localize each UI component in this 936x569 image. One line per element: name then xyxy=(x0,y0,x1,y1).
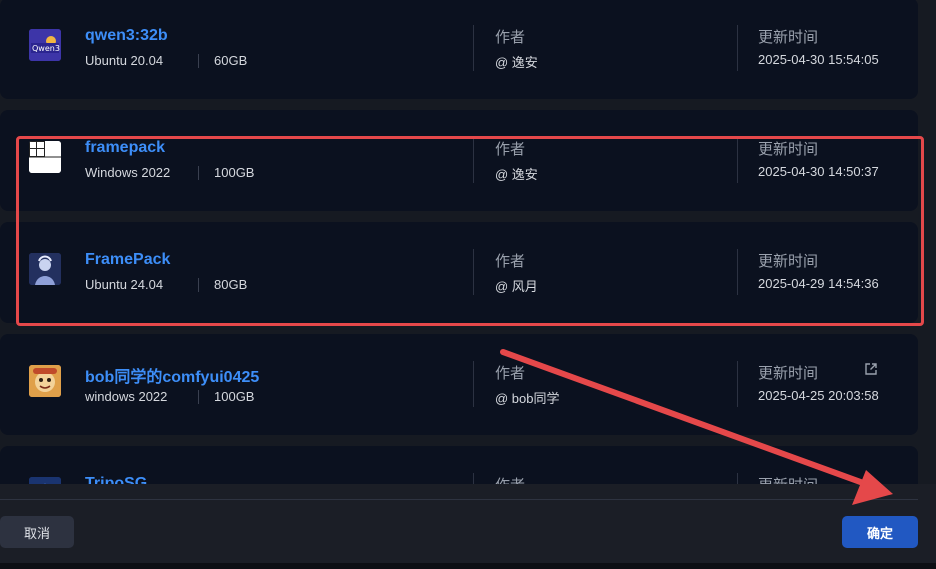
image-card[interactable]: TripoSG 作者 更新时间 xyxy=(0,446,918,484)
divider xyxy=(737,25,738,71)
updated-value: 2025-04-25 20:03:58 xyxy=(758,388,879,403)
triposg-thumbnail-icon xyxy=(29,477,61,484)
image-os: Windows 2022 xyxy=(85,165,171,180)
footer-divider xyxy=(0,499,918,500)
image-card[interactable]: FramePack Ubuntu 24.04 80GB 作者 @ 风月 更新时间… xyxy=(0,222,918,323)
updated-value: 2025-04-29 14:54:36 xyxy=(758,276,879,291)
divider xyxy=(737,361,738,407)
divider xyxy=(737,473,738,484)
author-label: 作者 xyxy=(495,365,526,382)
author-label: 作者 xyxy=(495,141,526,158)
author-label: 作者 xyxy=(495,474,525,484)
author-value: @ 逸安 xyxy=(495,167,538,182)
qwen-logo-icon: Qwen3 xyxy=(29,29,61,61)
image-size: 100GB xyxy=(214,389,255,404)
bottom-strip xyxy=(0,563,936,569)
image-card[interactable]: framepack Windows 2022 100GB 作者 @ 逸安 更新时… xyxy=(0,110,918,211)
bob-avatar-icon xyxy=(29,365,61,397)
divider xyxy=(473,25,474,71)
author-value: @ bob同学 xyxy=(495,391,560,406)
image-size: 100GB xyxy=(214,165,255,180)
divider xyxy=(473,361,474,407)
divider xyxy=(473,137,474,183)
image-name[interactable]: framepack xyxy=(85,139,165,157)
image-os: windows 2022 xyxy=(85,389,168,404)
image-os: Ubuntu 24.04 xyxy=(85,277,164,292)
divider xyxy=(737,249,738,295)
updated-label: 更新时间 xyxy=(758,141,819,158)
image-os: Ubuntu 20.04 xyxy=(85,53,164,68)
updated-label: 更新时间 xyxy=(758,365,819,382)
framepack-thumbnail-icon xyxy=(29,141,61,173)
svg-text:Qwen3: Qwen3 xyxy=(32,44,60,53)
image-size: 60GB xyxy=(214,53,248,68)
divider xyxy=(198,54,199,68)
framepack-avatar-icon xyxy=(29,253,61,285)
updated-value: 2025-04-30 15:54:05 xyxy=(758,52,879,67)
image-size: 80GB xyxy=(214,277,248,292)
image-list[interactable]: Qwen3 qwen3:32b Ubuntu 20.04 60GB 作者 @ 逸… xyxy=(0,0,936,484)
image-name[interactable]: bob同学的comfyui0425 xyxy=(85,363,259,387)
cancel-button[interactable]: 取消 xyxy=(0,516,74,548)
external-link-icon[interactable] xyxy=(864,362,878,376)
divider xyxy=(198,278,199,292)
confirm-button[interactable]: 确定 xyxy=(842,516,918,548)
image-card[interactable]: Qwen3 qwen3:32b Ubuntu 20.04 60GB 作者 @ 逸… xyxy=(0,0,918,99)
divider xyxy=(473,473,474,484)
image-name[interactable]: qwen3:32b xyxy=(85,27,168,45)
updated-label: 更新时间 xyxy=(758,253,819,270)
image-card[interactable]: bob同学的comfyui0425 windows 2022 100GB 作者 … xyxy=(0,334,918,435)
author-value: @ 逸安 xyxy=(495,55,538,70)
updated-label: 更新时间 xyxy=(758,474,818,484)
updated-value: 2025-04-30 14:50:37 xyxy=(758,164,879,179)
updated-label: 更新时间 xyxy=(758,29,819,46)
divider xyxy=(473,249,474,295)
author-label: 作者 xyxy=(495,29,526,46)
author-value: @ 风月 xyxy=(495,279,538,294)
image-name[interactable]: FramePack xyxy=(85,251,170,269)
divider xyxy=(198,390,199,404)
divider xyxy=(198,166,199,180)
image-name[interactable]: TripoSG xyxy=(85,475,147,484)
divider xyxy=(737,137,738,183)
author-label: 作者 xyxy=(495,253,526,270)
